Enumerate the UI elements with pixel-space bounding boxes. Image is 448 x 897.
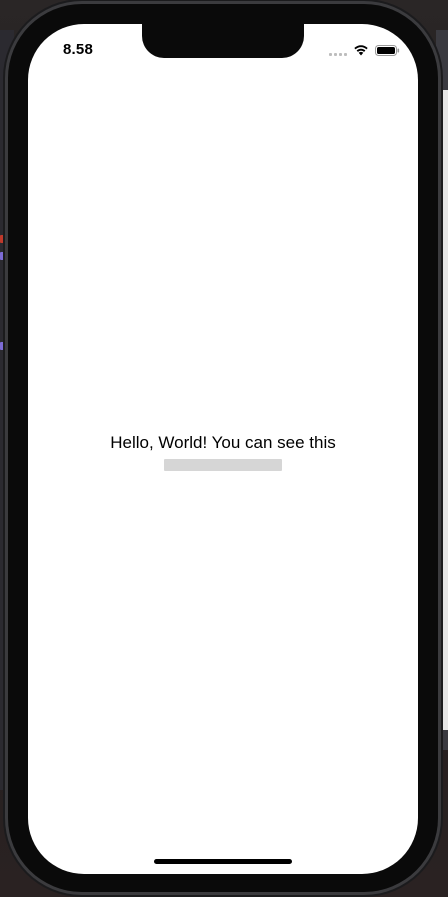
device-notch (142, 24, 304, 58)
editor-marker (0, 252, 5, 260)
main-content: Hello, World! You can see this (28, 432, 418, 471)
hello-world-label: Hello, World! You can see this (110, 433, 336, 452)
status-bar-time: 8.58 (63, 41, 93, 58)
battery-icon (375, 45, 400, 56)
home-indicator[interactable] (154, 859, 292, 864)
editor-marker (0, 342, 5, 350)
redacted-text-bar (164, 459, 282, 471)
editor-marker (0, 235, 5, 243)
background-panel (438, 90, 448, 730)
signal-icon (329, 53, 347, 56)
device-screen[interactable]: 8.58 Hello, World! You can see this (28, 24, 418, 874)
wifi-icon (354, 45, 368, 56)
iphone-simulator-frame: 8.58 Hello, World! You can see this (8, 4, 438, 892)
